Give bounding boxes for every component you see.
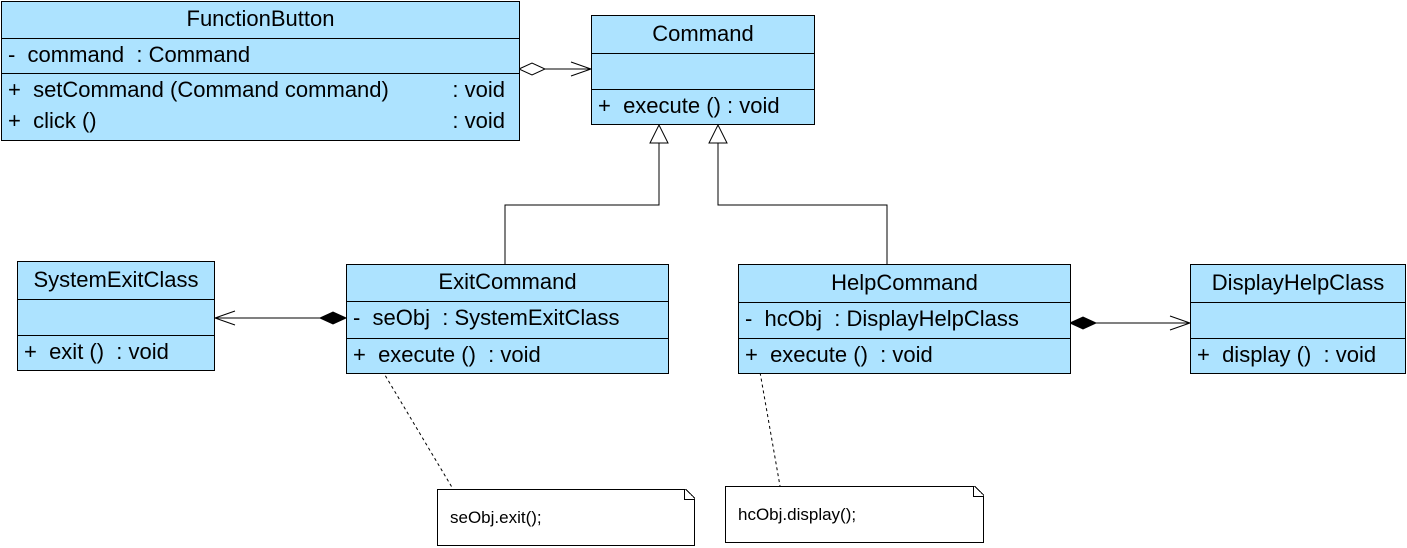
class-name: HelpCommand [831, 270, 978, 295]
operations-section: + exit () : void [18, 335, 214, 370]
composition-exitcommand-systemexitclass [213, 310, 348, 326]
class-name: FunctionButton [186, 6, 335, 31]
aggregation-functionbutton-command [517, 61, 593, 77]
attributes-section: - seObj : SystemExitClass [347, 301, 668, 338]
operations-section: + execute () : void [739, 338, 1070, 373]
operations-section: + setCommand (Command command): void + c… [2, 73, 519, 140]
operation-execute: + execute () : void [745, 342, 933, 367]
operations-section: + execute () : void [592, 89, 814, 124]
attributes-section: - command : Command [2, 38, 519, 73]
operation-execute: + execute () : void [353, 342, 541, 367]
attributes-section: - hcObj : DisplayHelpClass [739, 302, 1070, 338]
operation-exit: + exit () : void [24, 339, 169, 364]
class-functionbutton[interactable]: FunctionButton - command : Command + set… [1, 1, 520, 141]
composition-helpcommand-displayhelpclass [1068, 315, 1192, 331]
operations-section: + execute () : void [347, 338, 668, 373]
class-command[interactable]: Command + execute () : void [591, 15, 815, 125]
attributes-section [18, 299, 214, 335]
class-name: DisplayHelpClass [1211, 270, 1385, 295]
operation-execute: + execute () : void [598, 93, 780, 118]
attribute-seobj: - seObj : SystemExitClass [353, 305, 620, 330]
class-name: SystemExitClass [33, 267, 199, 292]
generalization-exitcommand-command [504, 123, 669, 264]
class-name: Command [652, 21, 754, 46]
class-systemexitclass[interactable]: SystemExitClass + exit () : void [17, 261, 215, 371]
note-help[interactable]: hcObj.display(); [725, 486, 984, 543]
note-fold-icon [684, 489, 695, 500]
note-text: seObj.exit(); [450, 508, 542, 527]
note-exit[interactable]: seObj.exit(); [437, 489, 695, 546]
attribute-hcobj: - hcObj : DisplayHelpClass [745, 306, 1019, 331]
attribute-command: - command : Command [8, 42, 251, 67]
class-displayhelpclass[interactable]: DisplayHelpClass + display () : void [1190, 264, 1406, 374]
note-text: hcObj.display(); [738, 505, 857, 524]
note-anchor-help [756, 354, 781, 487]
note-fold-icon [973, 486, 984, 497]
attributes-section [592, 53, 814, 89]
uml-class-diagram: FunctionButton - command : Command + set… [0, 0, 1407, 548]
operation-click: + click (): void [8, 108, 505, 133]
class-exitcommand[interactable]: ExitCommand - seObj : SystemExitClass + … [346, 264, 669, 374]
operation-setcommand: + setCommand (Command command): void [8, 77, 505, 102]
operations-section: + display () : void [1191, 338, 1405, 373]
class-name: ExitCommand [438, 269, 577, 294]
class-helpcommand[interactable]: HelpCommand - hcObj : DisplayHelpClass +… [738, 264, 1071, 374]
generalization-helpcommand-command [708, 123, 888, 264]
attributes-section [1191, 302, 1405, 338]
operation-display: + display () : void [1197, 342, 1377, 367]
